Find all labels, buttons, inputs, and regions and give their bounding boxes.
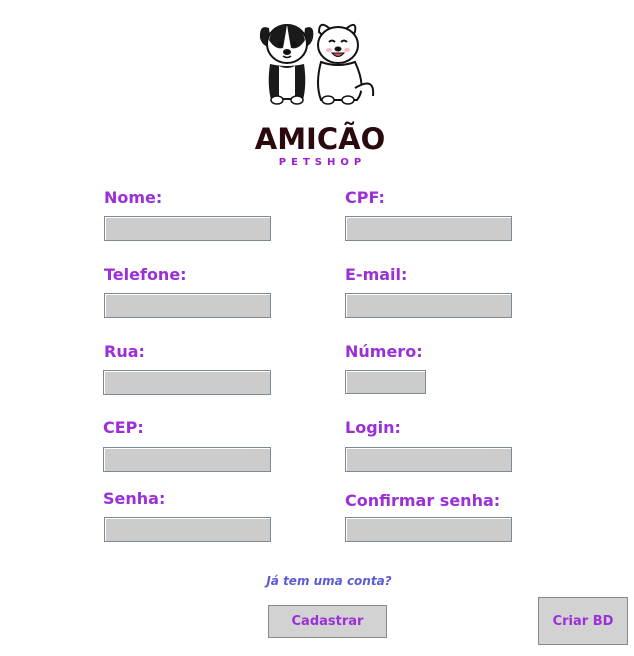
email-field[interactable] — [345, 293, 512, 318]
telefone-label: Telefone: — [104, 265, 187, 284]
confirmar-senha-label: Confirmar senha: — [345, 491, 501, 510]
telefone-field[interactable] — [104, 293, 271, 318]
numero-field[interactable] — [345, 370, 426, 394]
brand-tagline: PETSHOP — [278, 157, 367, 168]
senha-field[interactable] — [104, 517, 271, 542]
cpf-label: CPF: — [345, 188, 385, 207]
confirmar-senha-field[interactable] — [345, 517, 512, 542]
nome-label: Nome: — [104, 188, 163, 207]
rua-label: Rua: — [104, 342, 145, 361]
numero-label: Número: — [345, 342, 423, 361]
brand-name: AMICÃO — [254, 122, 386, 156]
login-link[interactable]: Já tem uma conta? — [0, 574, 634, 588]
dogs-icon — [259, 23, 375, 105]
login-label: Login: — [345, 418, 401, 437]
cadastrar-button[interactable]: Cadastrar — [268, 605, 387, 638]
login-field[interactable] — [345, 447, 512, 472]
nome-field[interactable] — [104, 216, 271, 241]
cep-field[interactable] — [103, 447, 271, 472]
rua-field[interactable] — [103, 370, 271, 395]
criar-bd-button[interactable]: Criar BD — [538, 597, 628, 645]
cpf-field[interactable] — [345, 216, 512, 241]
amicao-petshop-logo: AMICÃO PETSHOP — [250, 18, 390, 168]
cep-label: CEP: — [103, 418, 144, 437]
email-label: E-mail: — [345, 265, 408, 284]
senha-label: Senha: — [103, 489, 166, 508]
